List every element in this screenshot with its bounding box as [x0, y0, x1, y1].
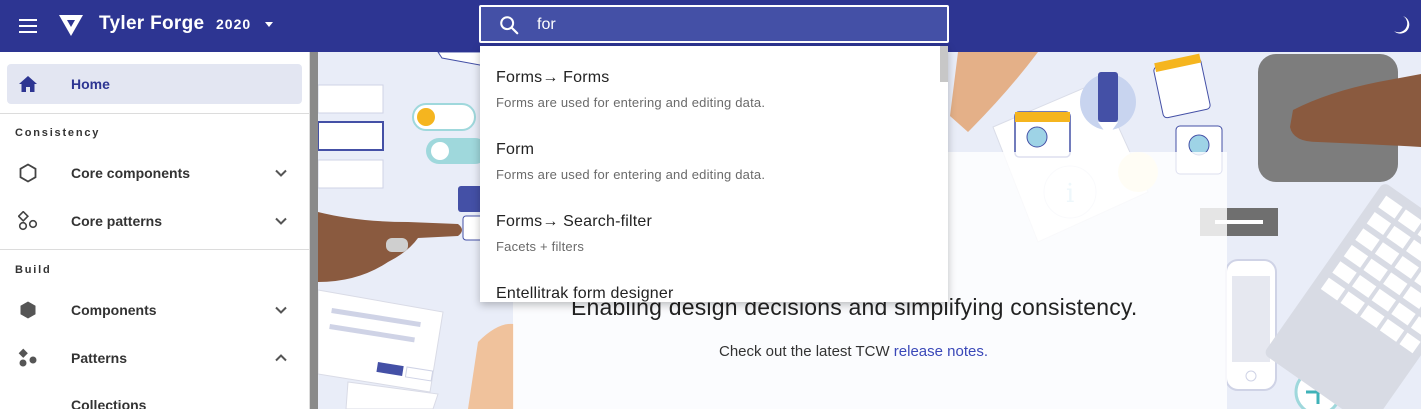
search-result-item[interactable]: Entellitrak form designer [480, 262, 938, 302]
home-icon [19, 76, 37, 92]
moon-icon[interactable] [1391, 15, 1411, 35]
app-header: Tyler Forge 2020 [0, 0, 1421, 52]
app-title[interactable]: Tyler Forge [99, 13, 204, 35]
tyler-logo[interactable] [58, 12, 84, 38]
chevron-down-icon[interactable] [274, 166, 288, 180]
search-result-item[interactable]: Forms→ Forms Forms are used for entering… [480, 46, 938, 118]
sidebar-item-label: Core patterns [71, 213, 163, 229]
sidebar-item-core-patterns[interactable]: Core patterns [7, 201, 302, 241]
sidebar-item-home[interactable]: Home [7, 64, 302, 104]
search-result-item[interactable]: Forms→ Search-filter Facets + filters [480, 190, 938, 262]
hexagon-outline-icon [19, 163, 37, 183]
search-icon [500, 16, 519, 35]
search-result-description: Forms are used for entering and editing … [496, 95, 766, 110]
shapes-filled-icon [18, 348, 37, 367]
chevron-down-icon[interactable] [274, 214, 288, 228]
caret-down-icon[interactable] [265, 22, 273, 27]
hamburger-icon [19, 19, 37, 21]
sidebar-item-core-components[interactable]: Core components [7, 153, 302, 193]
search-result-title: Entellitrak form designer [496, 285, 674, 302]
release-notes-link[interactable]: release notes. [894, 343, 988, 360]
search-result-description: Facets + filters [496, 239, 585, 254]
search-results-dropdown: Forms→ Forms Forms are used for entering… [480, 46, 948, 302]
sidebar-item-components[interactable]: Components [7, 290, 302, 330]
search-result-title: Forms→ Search-filter [496, 213, 653, 230]
menu-button[interactable] [14, 12, 42, 40]
shapes-outline-icon [18, 211, 38, 231]
sidebar-item-label: Home [71, 76, 110, 92]
version-selector[interactable]: 2020 [216, 16, 251, 32]
section-label-consistency: Consistency [15, 127, 101, 139]
sidebar-item-label: Patterns [71, 350, 128, 366]
sidebar-item-label: Components [71, 302, 157, 318]
divider [0, 249, 310, 250]
search-result-description: Forms are used for entering and editing … [496, 167, 766, 182]
results-scrollbar[interactable] [940, 46, 948, 82]
sidebar-scrollbar[interactable] [310, 52, 318, 409]
sidebar-subitem-collections[interactable]: Collections [71, 397, 146, 409]
section-label-build: Build [15, 264, 52, 276]
sidebar-item-label: Core components [71, 165, 191, 181]
release-note-prefix: Check out the latest TCW [719, 343, 894, 360]
search-result-item[interactable]: Form Forms are used for entering and edi… [480, 118, 938, 190]
sidebar-item-patterns[interactable]: Patterns [7, 338, 302, 378]
search-input[interactable] [537, 13, 917, 37]
divider [0, 113, 310, 114]
sidebar: Home Consistency Core components Core pa… [0, 52, 310, 409]
search-result-title: Form [496, 141, 535, 158]
search-result-title: Forms→ Forms [496, 69, 610, 86]
release-note-text: Check out the latest TCW release notes. [719, 343, 988, 360]
chevron-up-icon[interactable] [274, 351, 288, 365]
hexagon-filled-icon [20, 301, 36, 319]
chevron-down-icon[interactable] [274, 303, 288, 317]
search-box[interactable] [479, 5, 949, 43]
